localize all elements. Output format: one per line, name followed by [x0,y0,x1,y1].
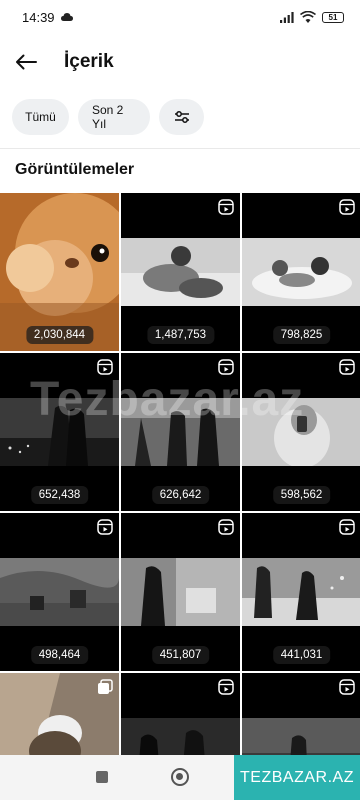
reel-icon [339,359,355,375]
content-tile[interactable]: 798,825 [242,193,360,351]
view-count: 441,031 [272,646,331,664]
recent-apps-button[interactable] [96,771,108,783]
thumbnail-image [242,398,360,466]
view-count: 451,807 [151,646,210,664]
content-tile[interactable] [242,673,360,755]
sliders-icon [174,111,189,123]
filter-chip-all[interactable]: Tümü [12,99,69,135]
section-title: Görüntülemeler [15,161,135,178]
divider [0,148,360,149]
thumbnail-image [121,398,240,466]
reel-icon [218,519,234,535]
thumbnail-image [242,558,360,626]
content-tile[interactable]: 498,464 [0,513,119,671]
wifi-icon [300,11,316,23]
reel-icon [339,199,355,215]
view-count: 652,438 [30,486,89,504]
page-title: İçerik [64,51,114,72]
status-time: 14:39 [22,9,55,25]
view-count: 1,487,753 [146,326,215,344]
status-bar: 14:39 51 [0,0,360,34]
content-tile[interactable]: 626,642 [121,353,240,511]
reel-icon [218,199,234,215]
content-tile[interactable]: 1,487,753 [121,193,240,351]
thumbnail-image [121,718,240,755]
view-count: 498,464 [30,646,89,664]
reel-icon [97,359,113,375]
thumbnail-image [0,558,119,626]
header: İçerik [0,40,360,84]
cloud-icon [60,13,73,21]
thumbnail-image [121,238,240,306]
home-button[interactable] [171,768,189,786]
signal-icon [280,11,294,23]
thumbnail-image [121,558,240,626]
brand-badge: TEZBAZAR.AZ [234,755,360,800]
view-count: 2,030,844 [25,326,94,344]
view-count: 598,562 [272,486,331,504]
content-tile[interactable]: 441,031 [242,513,360,671]
reel-icon [97,519,113,535]
filter-chip-date-range[interactable]: Son 2 Yıl [78,99,150,135]
thumbnail-image [242,718,360,755]
thumbnail-image [0,398,119,466]
content-tile[interactable]: 451,807 [121,513,240,671]
filter-bar: Tümü Son 2 Yıl [12,99,204,135]
content-tile[interactable]: 2,030,844 [0,193,119,351]
arrow-left-icon [16,54,37,70]
reel-icon [339,519,355,535]
filter-settings-button[interactable] [159,99,204,135]
carousel-icon [98,679,113,694]
content-tile[interactable] [0,673,119,755]
view-count: 626,642 [151,486,210,504]
battery-icon: 51 [322,11,344,23]
back-button[interactable] [0,40,52,84]
reel-icon [218,679,234,695]
content-tile[interactable]: 598,562 [242,353,360,511]
content-grid: 2,030,844 1,487,753 798,825 652,438 626,… [0,193,360,755]
content-tile[interactable]: 652,438 [0,353,119,511]
reel-icon [339,679,355,695]
content-tile[interactable] [121,673,240,755]
view-count: 798,825 [272,326,331,344]
thumbnail-image [242,238,360,306]
reel-icon [218,359,234,375]
